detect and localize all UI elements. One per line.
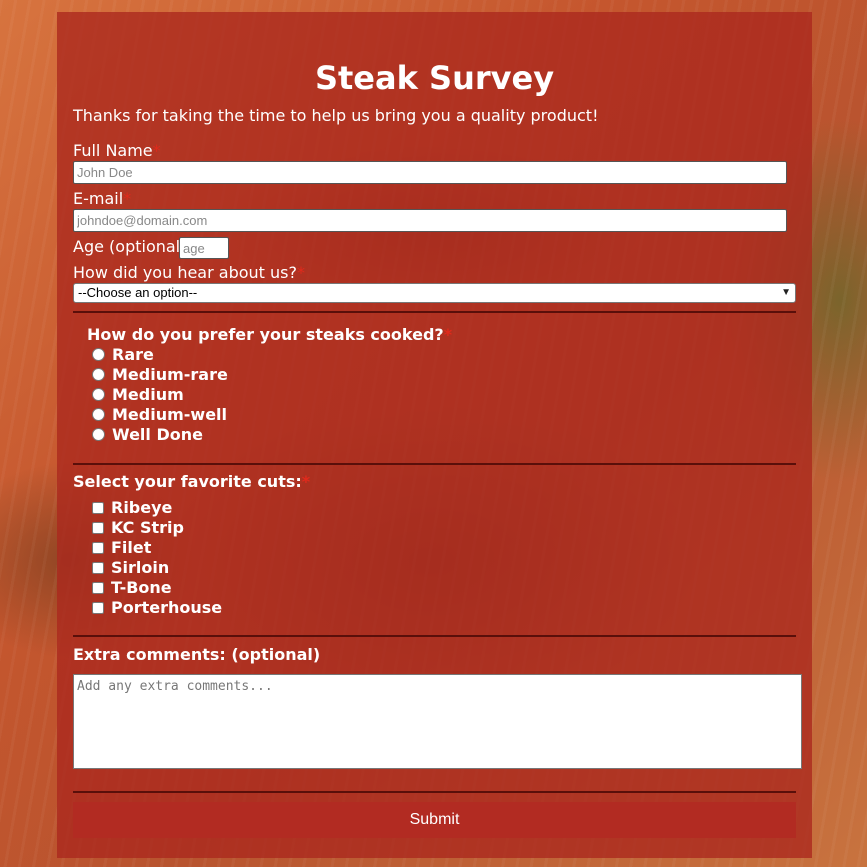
comments-label: Extra comments: (optional) [73,645,321,664]
radio-medium-well[interactable] [92,408,105,421]
checkbox-ribeye[interactable] [92,502,104,514]
radio-medium-rare[interactable] [92,368,105,381]
radio-medium[interactable] [92,388,105,401]
checkbox-label-sirloin: Sirloin [111,558,170,577]
required-marker: * [443,325,453,344]
comments-textarea[interactable]: Add any extra comments... [73,674,802,769]
divider [73,635,796,637]
divider [73,791,796,793]
checkbox-label-filet: Filet [111,538,152,557]
cuts-label: Select your favorite cuts:* [73,472,311,491]
doneness-label: How do you prefer your steaks cooked?* [87,325,453,344]
checkbox-label-porterhouse: Porterhouse [111,598,223,617]
chevron-down-icon: ▼ [781,287,791,298]
radio-label-rare: Rare [112,345,154,364]
page-title: Steak Survey [314,59,555,97]
full-name-input[interactable] [73,161,787,184]
required-marker: * [123,189,132,208]
intro-text: Thanks for taking the time to help us br… [73,106,599,125]
radio-label-medium-rare: Medium-rare [112,365,228,384]
required-marker: * [297,263,305,282]
radio-label-medium-well: Medium-well [112,405,228,424]
radio-well-done[interactable] [92,428,105,441]
checkbox-label-kc-strip: KC Strip [111,518,184,537]
referral-select[interactable]: --Choose an option-- ▼ [73,283,796,303]
checkbox-sirloin[interactable] [92,562,104,574]
checkbox-label-t-bone: T-Bone [111,578,172,597]
email-input[interactable] [73,209,787,232]
checkbox-porterhouse[interactable] [92,602,104,614]
checkbox-filet[interactable] [92,542,104,554]
checkbox-kc-strip[interactable] [92,522,104,534]
required-marker: * [301,472,311,491]
full-name-label: Full Name* [73,141,161,160]
referral-selected-value: --Choose an option-- [78,285,198,300]
submit-button[interactable]: Submit [73,802,796,838]
divider [73,311,796,313]
radio-rare[interactable] [92,348,105,361]
radio-label-well-done: Well Done [112,425,203,444]
referral-label: How did you hear about us?* [73,263,305,282]
radio-label-medium: Medium [112,385,184,404]
divider [73,463,796,465]
checkbox-t-bone[interactable] [92,582,104,594]
survey-form: Steak Survey Thanks for taking the time … [57,12,812,858]
age-input[interactable] [179,237,229,259]
required-marker: * [152,141,161,160]
age-label: Age (optional) [73,237,187,256]
checkbox-label-ribeye: Ribeye [111,498,173,517]
email-label: E-mail* [73,189,132,208]
